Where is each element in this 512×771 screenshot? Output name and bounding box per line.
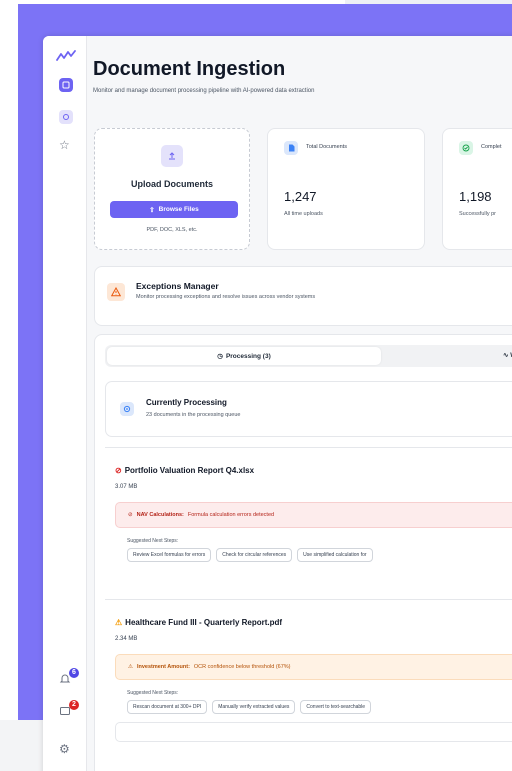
exception-item: ⚠ Healthcare Fund III - Quarterly Report… <box>105 599 512 742</box>
next-step-chip[interactable]: Review Excel formulas for errors <box>127 548 212 562</box>
exceptions-title: Exceptions Manager <box>136 281 219 291</box>
warning-alert-icon: ⚠ <box>128 664 133 670</box>
upload-title: Upload Documents <box>130 179 213 189</box>
alert-label: Investment Amount: <box>136 664 190 670</box>
tab-processing[interactable]: ◷ Processing (3) <box>107 347 381 365</box>
settings-nav-button[interactable] <box>59 110 73 124</box>
home-icon <box>62 81 70 89</box>
activity-icon: ∿ <box>503 352 509 359</box>
page-subtitle: Monitor and manage document processing p… <box>93 88 315 94</box>
processing-icon <box>120 402 134 416</box>
tab-bar: ◷ Processing (3) ∿ W <box>105 345 512 367</box>
item-size: 3.07 MB <box>115 484 138 490</box>
alert-badge: 2 <box>69 700 79 710</box>
exceptions-header-card: Exceptions Manager Monitor processing ex… <box>94 266 512 326</box>
stat-label: Total Documents <box>306 144 347 150</box>
upload-hint: PDF, DOC, XLS, etc. <box>146 227 198 233</box>
notifications-button[interactable]: 6 <box>59 668 79 688</box>
alert-text: Formula calculation errors detected <box>187 512 275 518</box>
next-steps-label: Suggested Next Steps: <box>127 690 179 696</box>
next-item-preview <box>115 722 512 742</box>
item-title: Portfolio Valuation Report Q4.xlsx <box>124 466 255 475</box>
alert-label: NAV Calculations: <box>136 512 184 518</box>
exceptions-subtitle: Monitor processing exceptions and resolv… <box>136 294 316 300</box>
next-step-chip[interactable]: Convert to text-searchable <box>300 700 372 714</box>
page-title: Document Ingestion <box>93 58 286 80</box>
star-icon[interactable]: ☆ <box>59 138 70 152</box>
upload-dropzone[interactable]: Upload Documents ⇧ Browse Files PDF, DOC… <box>94 128 250 250</box>
messages-button[interactable]: 2 <box>59 700 79 720</box>
main-content: Document Ingestion Monitor and manage do… <box>87 36 512 771</box>
exception-item: ⊘ Portfolio Valuation Report Q4.xlsx 3.0… <box>105 447 512 589</box>
stat-subtext: Successfully pr <box>459 211 496 217</box>
stat-value: 1,247 <box>284 189 317 204</box>
tab-processing-label: Processing (3) <box>225 352 271 360</box>
sidebar: ☆ 6 2 ⚙ <box>43 36 87 771</box>
processing-panel: ◷ Processing (3) ∿ W Currently Processin… <box>94 334 512 771</box>
gear-icon[interactable]: ⚙ <box>59 742 70 756</box>
stat-card-total: Total Documents 1,247 All time uploads <box>267 128 425 250</box>
browse-files-label: Browse Files <box>158 206 199 213</box>
home-nav-button[interactable] <box>59 78 73 92</box>
item-title: Healthcare Fund III - Quarterly Report.p… <box>125 618 283 627</box>
next-step-chip[interactable]: Manually verify extracted values <box>212 700 296 714</box>
item-title-row: ⚠ Healthcare Fund III - Quarterly Report… <box>115 618 282 627</box>
currently-processing-title: Currently Processing <box>146 398 227 407</box>
stat-label: Complet <box>481 144 502 150</box>
browse-files-button[interactable]: ⇧ Browse Files <box>110 201 238 218</box>
alert-text: OCR confidence below threshold (67%) <box>193 664 291 670</box>
currently-processing-card: Currently Processing 23 documents in the… <box>105 381 512 437</box>
currently-processing-subtitle: 23 documents in the processing queue <box>146 412 241 418</box>
document-icon <box>284 141 298 155</box>
next-step-chip[interactable]: Check for circular references <box>216 548 293 562</box>
warning-small-icon: ⚠ <box>115 618 123 627</box>
item-title-row: ⊘ Portfolio Valuation Report Q4.xlsx <box>115 466 254 475</box>
tab-second[interactable]: ∿ W <box>503 351 512 359</box>
next-steps-label: Suggested Next Steps: <box>127 538 179 544</box>
circle-icon <box>63 114 69 120</box>
error-icon: ⊘ <box>115 466 122 475</box>
stat-subtext: All time uploads <box>284 211 323 217</box>
next-steps-chips: Rescan document at 300+ DPI Manually ver… <box>127 700 372 714</box>
upload-small-icon: ⇧ <box>149 206 155 214</box>
app-window: ☆ 6 2 ⚙ Document Ingestion Monitor and m… <box>43 36 512 771</box>
clock-icon: ◷ <box>217 353 223 360</box>
stat-card-completed: Complet 1,198 Successfully pr <box>442 128 512 250</box>
error-alert-icon: ⊘ <box>128 512 133 518</box>
check-icon <box>459 141 473 155</box>
warning-alert: ⚠ Investment Amount: OCR confidence belo… <box>115 654 512 680</box>
next-steps-chips: Review Excel formulas for errors Check f… <box>127 548 373 562</box>
item-size: 2.34 MB <box>115 636 138 642</box>
error-alert: ⊘ NAV Calculations: Formula calculation … <box>115 502 512 528</box>
next-step-chip[interactable]: Use simplified calculation for <box>297 548 373 562</box>
warning-icon <box>107 283 125 301</box>
notification-badge: 6 <box>69 668 79 678</box>
logo-icon <box>56 50 76 61</box>
next-step-chip[interactable]: Rescan document at 300+ DPI <box>127 700 208 714</box>
upload-icon <box>161 145 183 167</box>
stat-value: 1,198 <box>459 189 492 204</box>
